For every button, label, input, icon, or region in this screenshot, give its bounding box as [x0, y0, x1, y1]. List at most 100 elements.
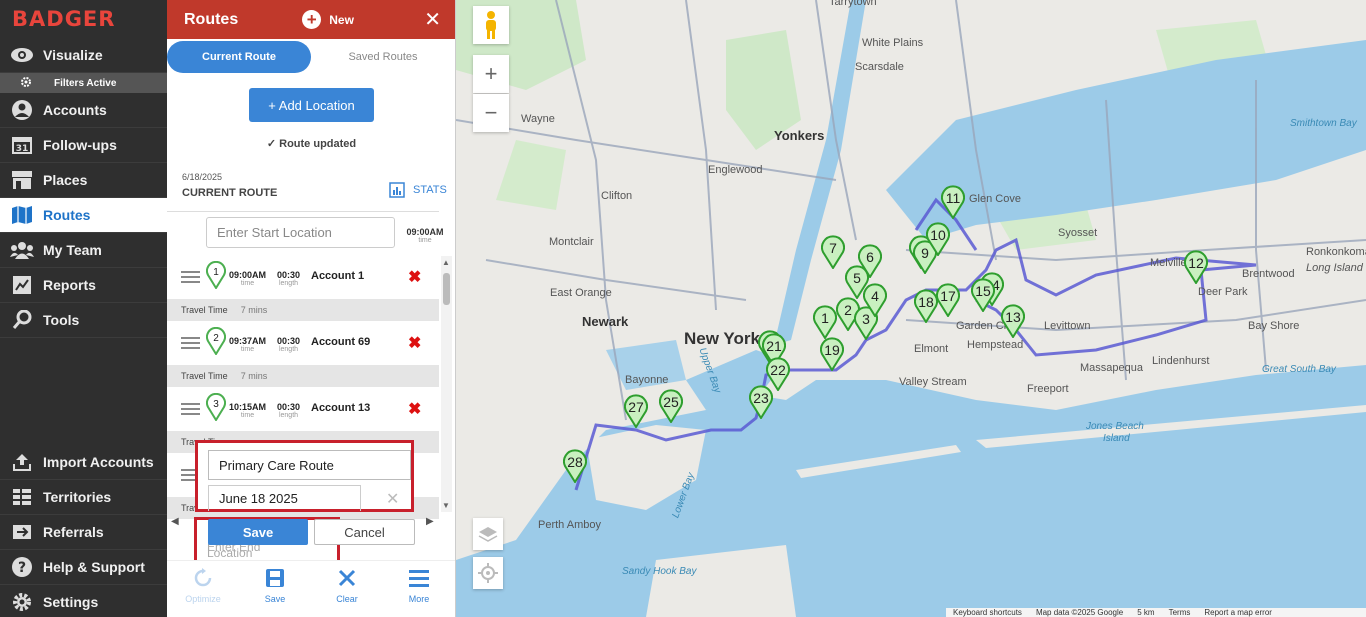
route-marker-pin[interactable]: 25 — [659, 389, 683, 424]
remove-stop-icon[interactable]: ✖ — [408, 267, 421, 287]
nav-tools[interactable]: Tools — [0, 303, 167, 338]
route-marker-pin[interactable]: 13 — [1001, 304, 1025, 339]
nav-label: Reports — [43, 277, 96, 293]
terms-link[interactable]: Terms — [1169, 608, 1191, 617]
nav-my-team[interactable]: My Team — [0, 233, 167, 268]
route-date-input[interactable]: June 18 2025 — [208, 485, 361, 511]
zoom-in-button[interactable]: + — [473, 55, 509, 93]
report-icon — [10, 274, 34, 296]
routes-panel: Routes + New ✕ Current Route Saved Route… — [167, 0, 456, 617]
new-route-button[interactable]: + New — [302, 10, 354, 29]
scrollbar-thumb[interactable] — [443, 273, 450, 305]
route-name-input[interactable]: Primary Care Route — [208, 450, 411, 480]
start-location-input[interactable]: Enter Start Location — [206, 217, 395, 248]
route-stop[interactable]: 2 09:37AM time 00:30 length Account 69 ✖ — [167, 321, 439, 365]
help-icon: ? — [10, 556, 34, 578]
map-label: Smithtown Bay — [1290, 118, 1357, 129]
app-window: BADGER Visualize Filters Active Accounts… — [0, 0, 1366, 617]
current-route-heading: CURRENT ROUTE — [182, 187, 278, 199]
map-label: Englewood — [708, 164, 763, 176]
nav-routes[interactable]: Routes — [0, 198, 167, 233]
clear-date-icon[interactable]: ✕ — [386, 489, 399, 509]
zoom-out-button[interactable]: − — [473, 94, 509, 132]
nav-label: Accounts — [43, 102, 107, 118]
nav-import-accounts[interactable]: Import Accounts — [0, 445, 167, 480]
route-marker-pin[interactable]: 1 — [813, 305, 837, 340]
my-location-icon[interactable] — [473, 557, 503, 589]
nav-help-support[interactable]: ? Help & Support — [0, 550, 167, 585]
add-location-button[interactable]: + Add Location — [249, 88, 374, 122]
stop-length-value: 00:30 — [277, 270, 301, 280]
route-marker-pin[interactable]: 17 — [936, 283, 960, 318]
optimize-button[interactable]: Optimize — [167, 561, 239, 617]
scroll-right-icon[interactable]: ▶ — [426, 516, 434, 527]
route-marker-pin[interactable]: 23 — [749, 385, 773, 420]
clear-route-button[interactable]: Clear — [311, 561, 383, 617]
route-stop[interactable]: 3 10:15AM time 00:30 length Account 13 ✖ — [167, 387, 439, 431]
eye-icon — [10, 44, 34, 66]
map-label: Valley Stream — [899, 376, 967, 388]
route-marker-pin[interactable]: 12 — [1184, 250, 1208, 285]
layers-icon[interactable] — [473, 518, 503, 550]
route-stop[interactable]: 1 09:00AM time 00:30 length Account 1 ✖ — [167, 255, 439, 299]
map-label: Brentwood — [1242, 268, 1295, 280]
stop-list-scrollbar[interactable]: ▲ ▼ — [441, 256, 452, 512]
drag-handle-icon[interactable] — [181, 337, 200, 352]
marker-label: 25 — [663, 394, 679, 410]
scroll-left-icon[interactable]: ◀ — [171, 516, 179, 527]
route-marker-pin[interactable]: 7 — [821, 235, 845, 270]
hamburger-icon — [409, 570, 429, 587]
nav-territories[interactable]: Territories — [0, 480, 167, 515]
route-marker-pin[interactable]: 27 — [624, 394, 648, 429]
marker-label: 18 — [918, 294, 934, 310]
save-route-button[interactable]: Save — [239, 561, 311, 617]
more-button[interactable]: More — [383, 561, 455, 617]
marker-label: 12 — [1188, 255, 1204, 271]
stop-account-name[interactable]: Account 1 — [311, 270, 364, 282]
calendar-icon: 31 — [10, 134, 34, 156]
report-map-error-link[interactable]: Report a map error — [1204, 608, 1272, 617]
nav-settings[interactable]: Settings — [0, 585, 167, 617]
tab-current-route[interactable]: Current Route — [167, 41, 311, 73]
save-route-form: Primary Care Route June 18 2025 ✕ — [195, 440, 414, 512]
scroll-down-icon[interactable]: ▼ — [442, 501, 450, 510]
route-marker-pin[interactable]: 18 — [914, 289, 938, 324]
drag-handle-icon[interactable] — [181, 403, 200, 418]
length-caption: length — [278, 346, 299, 353]
map-view[interactable]: Tarrytown White Plains Scarsdale Wayne Y… — [456, 0, 1366, 617]
map-label: Lindenhurst — [1152, 355, 1210, 367]
remove-stop-icon[interactable]: ✖ — [408, 399, 421, 419]
save-button[interactable]: Save — [208, 519, 308, 545]
nav-visualize[interactable]: Visualize — [0, 38, 167, 73]
close-icon[interactable]: ✕ — [424, 7, 441, 32]
stats-button[interactable]: STATS — [389, 182, 447, 198]
keyboard-shortcuts-link[interactable]: Keyboard shortcuts — [953, 608, 1022, 617]
filters-active-bar[interactable]: Filters Active — [0, 73, 167, 93]
route-marker-pin[interactable]: 10 — [926, 222, 950, 257]
nav-follow-ups[interactable]: 31 Follow-ups — [0, 128, 167, 163]
route-marker-pin[interactable]: 6 — [858, 244, 882, 279]
scroll-up-icon[interactable]: ▲ — [442, 258, 450, 267]
upload-icon — [10, 451, 34, 473]
route-marker-pin[interactable]: 28 — [563, 449, 587, 484]
cancel-button[interactable]: Cancel — [314, 519, 415, 545]
route-marker-pin[interactable]: 19 — [820, 337, 844, 372]
badger-logo[interactable]: BADGER — [0, 0, 167, 38]
nav-reports[interactable]: Reports — [0, 268, 167, 303]
map-label: East Orange — [550, 287, 612, 299]
nav-accounts[interactable]: Accounts — [0, 93, 167, 128]
route-marker-pin[interactable]: 15 — [971, 278, 995, 313]
nav-referrals[interactable]: Referrals — [0, 515, 167, 550]
drag-handle-icon[interactable] — [181, 271, 200, 286]
svg-text:31: 31 — [16, 144, 29, 154]
filters-label: Filters Active — [54, 77, 117, 89]
stop-account-name[interactable]: Account 69 — [311, 336, 370, 348]
stop-account-name[interactable]: Account 13 — [311, 402, 370, 414]
remove-stop-icon[interactable]: ✖ — [408, 333, 421, 353]
street-view-pegman-icon[interactable] — [473, 6, 509, 44]
map-label: Freeport — [1027, 383, 1069, 395]
tab-saved-routes[interactable]: Saved Routes — [311, 41, 455, 73]
nav-places[interactable]: Places — [0, 163, 167, 198]
marker-label: 7 — [829, 240, 837, 256]
route-marker-pin[interactable]: 11 — [941, 185, 965, 220]
